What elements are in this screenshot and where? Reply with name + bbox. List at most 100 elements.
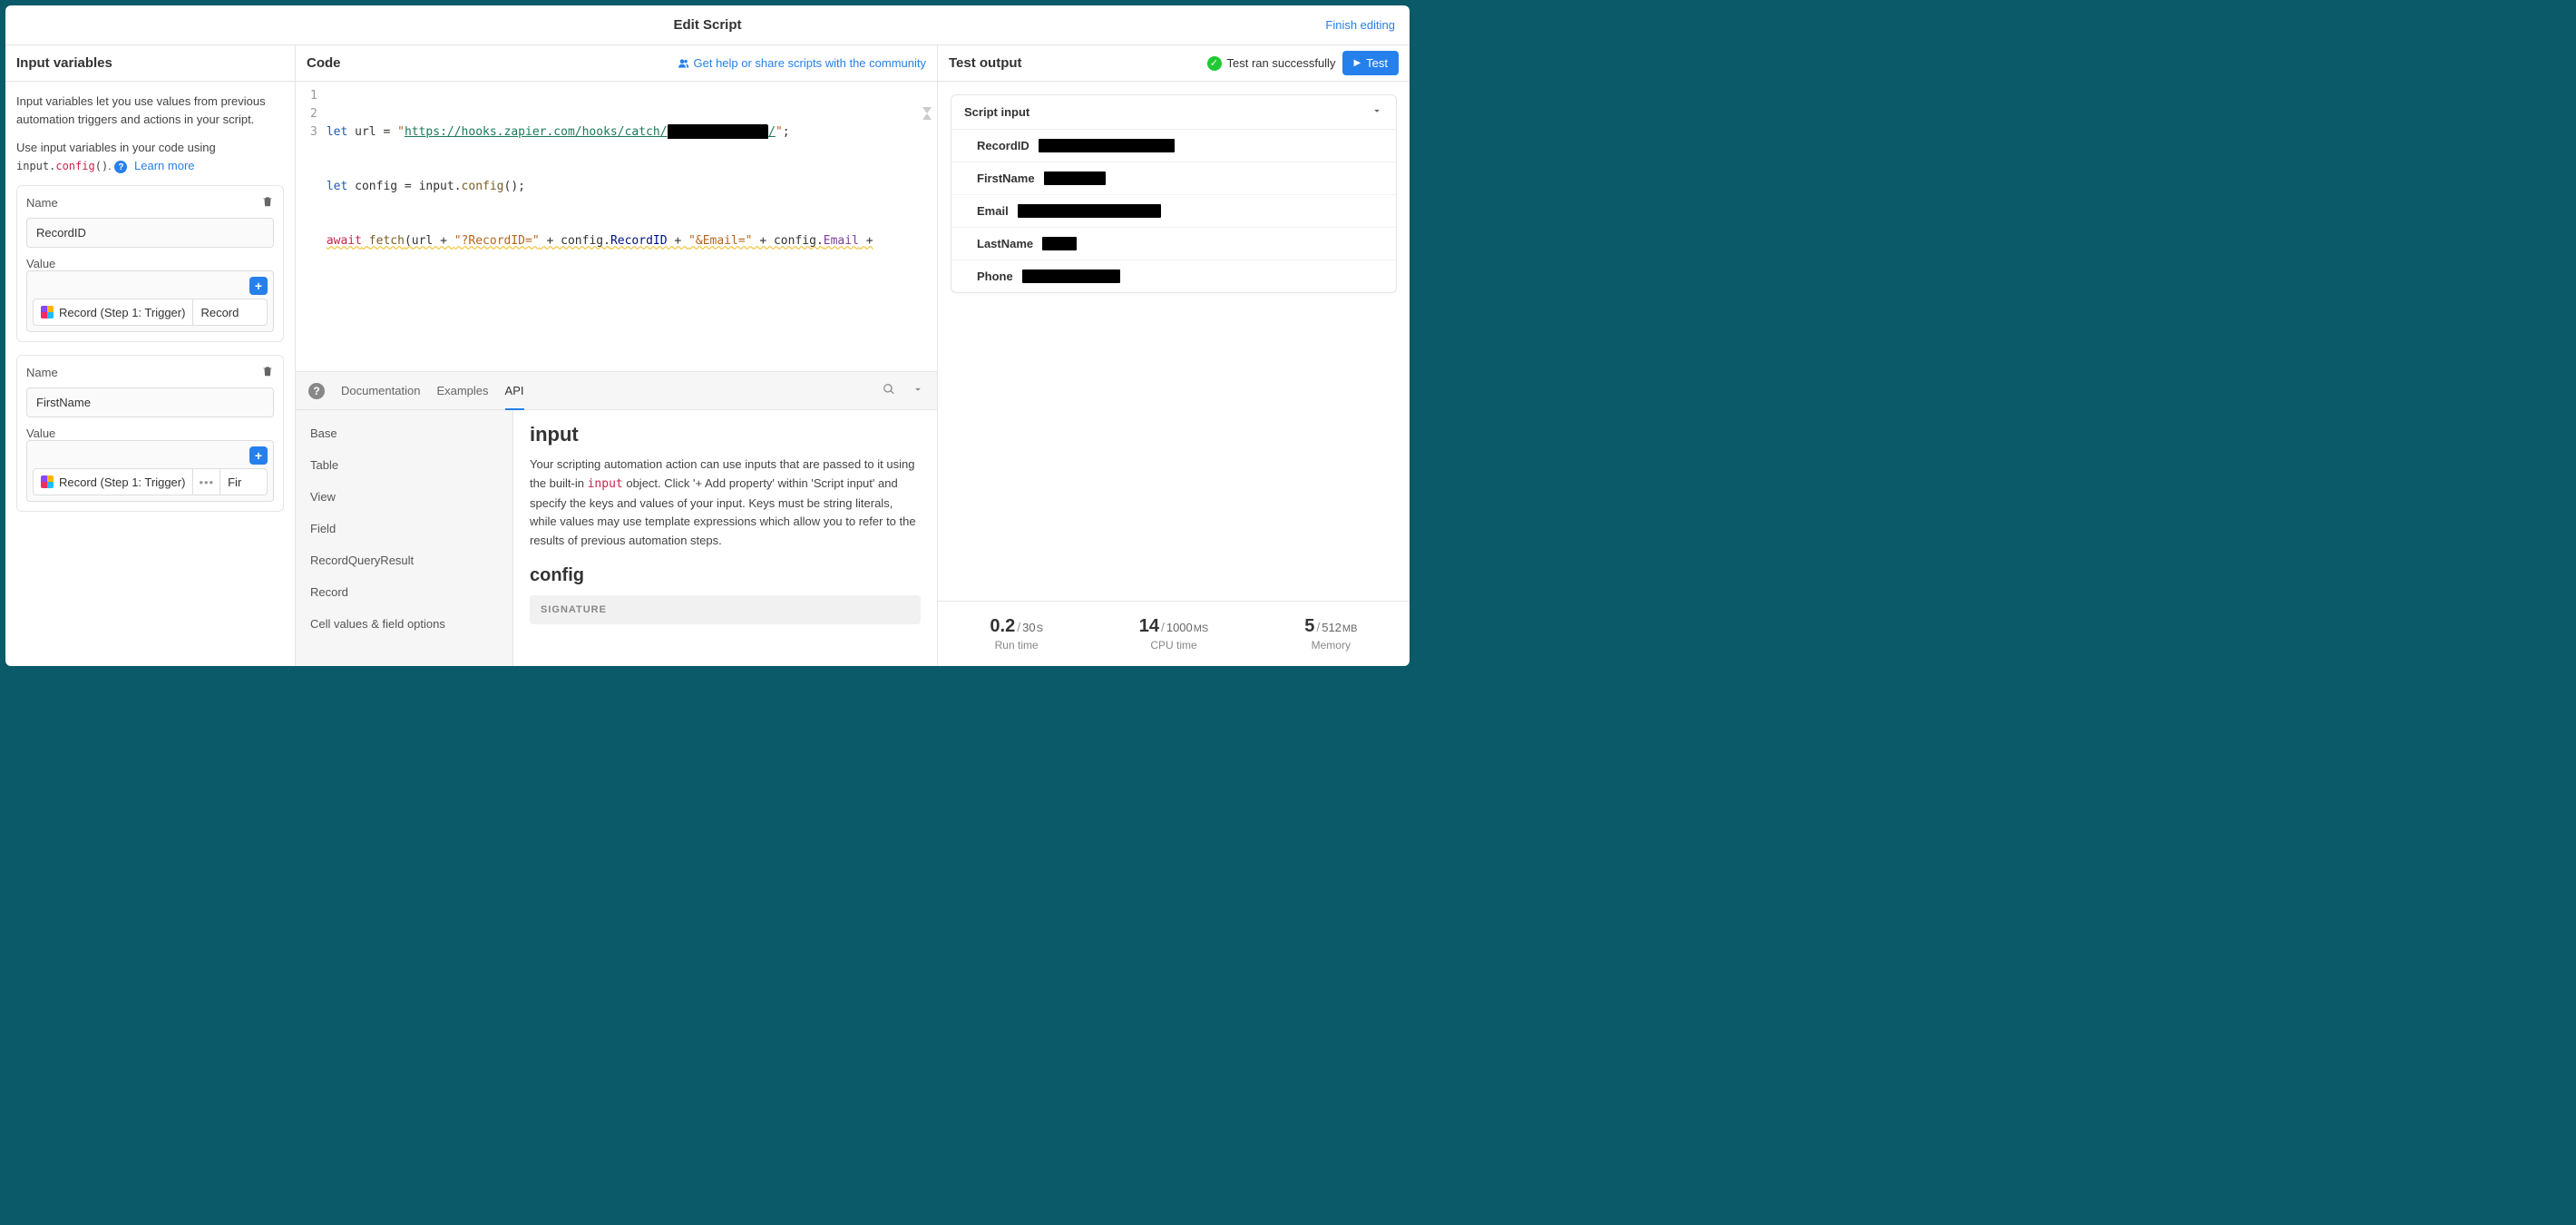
token-step-label: Record (Step 1: Trigger) — [59, 475, 185, 489]
add-value-button[interactable]: + — [249, 446, 268, 465]
code-gutter: 1 2 3 — [296, 82, 327, 371]
trash-icon — [261, 195, 274, 208]
docs-content: input Your scripting automation action c… — [513, 410, 937, 666]
value-token-more[interactable]: ••• — [193, 469, 220, 495]
script-input-card: Script input RecordID FirstName — [951, 94, 1397, 293]
metric-run-time: 0.2/30S Run time — [938, 602, 1095, 666]
variable-name-input[interactable] — [26, 218, 274, 248]
value-token-field[interactable]: Record — [193, 299, 246, 325]
script-input-row: FirstName — [951, 162, 1396, 195]
finish-editing-link[interactable]: Finish editing — [1325, 18, 1395, 32]
docs-code-input: input — [588, 477, 623, 491]
add-value-button[interactable]: + — [249, 277, 268, 295]
metric-caption: CPU time — [1150, 639, 1196, 652]
chevron-down-icon — [1371, 104, 1383, 120]
code-content[interactable]: let url = "https://hooks.zapier.com/hook… — [327, 82, 937, 371]
value-token-row: Record (Step 1: Trigger) Record — [33, 299, 268, 326]
titlebar: Edit Script Finish editing — [5, 5, 1410, 45]
airtable-icon — [41, 306, 54, 318]
test-status: ✓ Test ran successfully — [1207, 56, 1336, 71]
value-token-step[interactable]: Record (Step 1: Trigger) — [34, 469, 193, 495]
help-icon[interactable]: ? — [114, 161, 127, 173]
value-label: Value — [26, 257, 55, 270]
delete-variable-button[interactable] — [261, 195, 274, 211]
value-token-step[interactable]: Record (Step 1: Trigger) — [34, 299, 193, 325]
tab-api[interactable]: API — [505, 373, 524, 410]
docs-side-item-cell-values[interactable]: Cell values & field options — [296, 608, 512, 640]
input-variable-card: Name Value + Record (Step 1: Trigger) — [16, 185, 284, 342]
test-status-text: Test ran successfully — [1227, 56, 1336, 70]
code-header: Code Get help or share scripts with the … — [296, 45, 937, 82]
overflow-indicator-icon — [922, 107, 932, 120]
play-icon: ▶ — [1353, 58, 1361, 68]
tab-documentation[interactable]: Documentation — [341, 373, 420, 408]
tab-examples[interactable]: Examples — [436, 373, 488, 408]
code-panel: Code Get help or share scripts with the … — [296, 45, 938, 666]
docs-heading-config: config — [530, 565, 921, 586]
community-help-link[interactable]: Get help or share scripts with the commu… — [676, 56, 927, 70]
token-step-label: Record (Step 1: Trigger) — [59, 306, 185, 319]
docs-signature-box: SIGNATURE — [530, 595, 921, 624]
test-output-panel: Test output ✓ Test ran successfully ▶ Te… — [938, 45, 1410, 666]
airtable-icon — [41, 475, 54, 488]
script-input-row: Email — [951, 195, 1396, 228]
metric-value-row: 0.2/30S — [990, 616, 1043, 637]
docs-search-button[interactable] — [883, 383, 895, 398]
docs-side-item-view[interactable]: View — [296, 481, 512, 513]
name-label: Name — [26, 196, 58, 210]
script-input-header[interactable]: Script input — [951, 95, 1396, 130]
input-variable-card: Name Value + Record (Step 1: Trigger) — [16, 355, 284, 512]
people-icon — [676, 57, 688, 70]
metric-value: 14 — [1139, 616, 1159, 637]
docs-side-item-table[interactable]: Table — [296, 449, 512, 481]
value-token-field[interactable]: Fir — [220, 469, 249, 495]
line-number: 3 — [310, 123, 317, 142]
script-input-row: LastName — [951, 228, 1396, 260]
docs-pane: ? Documentation Examples API Base Ta — [296, 372, 937, 666]
docs-side-item-field[interactable]: Field — [296, 513, 512, 544]
script-input-row: Phone — [951, 260, 1396, 292]
variable-name-input[interactable] — [26, 387, 274, 417]
script-input-value-redacted — [1039, 139, 1175, 152]
code-editor[interactable]: 1 2 3 let url = "https://hooks.zapier.co… — [296, 82, 937, 372]
code-line: let config = input.config(); — [327, 178, 937, 196]
value-label: Value — [26, 426, 55, 440]
script-input-value-redacted — [1042, 237, 1077, 250]
docs-side-item-record[interactable]: Record — [296, 576, 512, 608]
variable-value-box[interactable]: + Record (Step 1: Trigger) ••• Fir — [26, 440, 274, 502]
metric-memory: 5/512MB Memory — [1253, 602, 1410, 666]
script-input-value-redacted — [1018, 204, 1161, 218]
docs-side-item-recordqueryresult[interactable]: RecordQueryResult — [296, 544, 512, 576]
script-input-title: Script input — [964, 105, 1029, 119]
success-check-icon: ✓ — [1207, 56, 1222, 71]
line-number: 2 — [310, 105, 317, 123]
metric-cpu-time: 14/1000MS CPU time — [1095, 602, 1252, 666]
community-help-label: Get help or share scripts with the commu… — [694, 56, 927, 70]
script-input-key: LastName — [977, 237, 1033, 250]
line-number: 1 — [310, 87, 317, 105]
chevron-down-icon — [912, 383, 924, 396]
name-row: Name — [26, 195, 274, 211]
metric-limit: 1000 — [1166, 621, 1193, 634]
script-input-value-redacted — [1044, 172, 1106, 185]
script-input-key: Email — [977, 204, 1009, 218]
docs-help-icon[interactable]: ? — [308, 383, 325, 399]
test-metrics: 0.2/30S Run time 14/1000MS CPU time 5/51… — [938, 601, 1410, 666]
variable-value-box[interactable]: + Record (Step 1: Trigger) Record — [26, 270, 274, 332]
script-input-key: FirstName — [977, 172, 1035, 185]
metric-unit: MS — [1194, 623, 1209, 634]
docs-heading-input: input — [530, 423, 921, 446]
learn-more-link[interactable]: Learn more — [134, 159, 194, 172]
docs-collapse-button[interactable] — [912, 383, 924, 398]
metric-caption: Memory — [1312, 639, 1351, 652]
metric-value: 5 — [1304, 616, 1314, 637]
metric-value-row: 5/512MB — [1304, 616, 1357, 637]
run-test-button[interactable]: ▶ Test — [1342, 51, 1399, 75]
delete-variable-button[interactable] — [261, 365, 274, 380]
metric-value-row: 14/1000MS — [1139, 616, 1209, 637]
input-variables-title: Input variables — [16, 55, 112, 71]
docs-side-item-base[interactable]: Base — [296, 417, 512, 449]
docs-sidebar: Base Table View Field RecordQueryResult … — [296, 410, 513, 666]
test-output-body: Script input RecordID FirstName — [938, 82, 1410, 601]
metric-unit: S — [1037, 623, 1043, 634]
